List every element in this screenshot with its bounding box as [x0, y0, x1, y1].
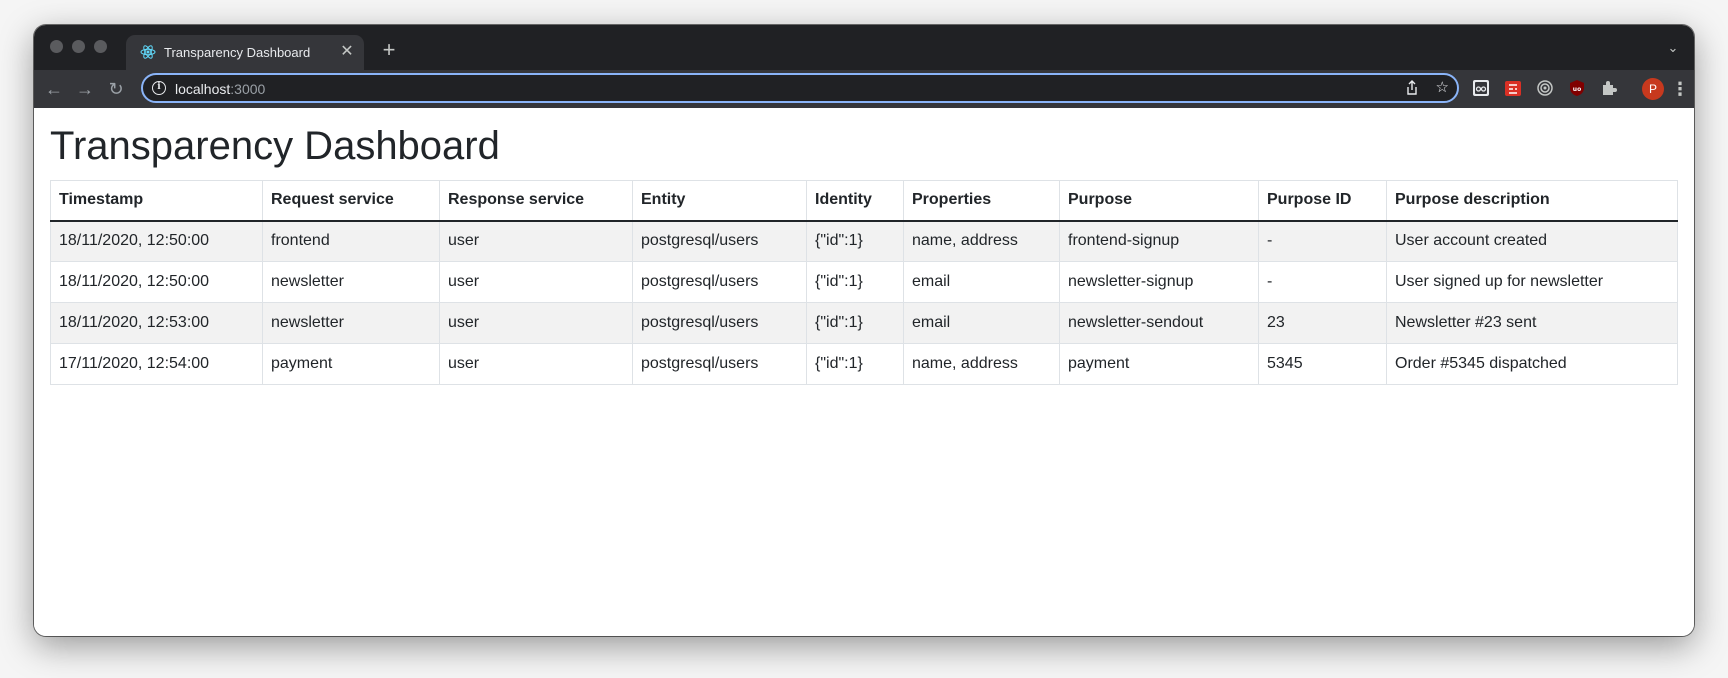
share-icon[interactable]	[1403, 79, 1421, 97]
ext-ublock-icon[interactable]: uo	[1567, 78, 1587, 98]
transparency-table: Timestamp Request service Response servi…	[50, 180, 1678, 385]
table-cell: user	[439, 261, 633, 303]
table-cell: user	[439, 343, 633, 385]
column-header: Purpose description	[1386, 180, 1678, 222]
browser-menu-icon[interactable]: ⋮	[1671, 77, 1689, 101]
table-cell: Order #5345 dispatched	[1386, 343, 1678, 385]
table-cell: {"id":1}	[806, 302, 904, 344]
table-cell: newsletter	[262, 302, 440, 344]
table-cell: email	[903, 261, 1060, 303]
table-cell: {"id":1}	[806, 220, 904, 262]
url-port: :3000	[230, 81, 266, 97]
site-info-icon[interactable]: i	[152, 81, 166, 95]
table-cell: -	[1258, 261, 1387, 303]
tab-strip: Transparency Dashboard ✕ + ⌄	[34, 25, 1694, 70]
tab-search-chevron-icon[interactable]: ⌄	[1664, 39, 1682, 57]
table-cell: payment	[1059, 343, 1259, 385]
table-cell: {"id":1}	[806, 261, 904, 303]
table-cell: {"id":1}	[806, 343, 904, 385]
table-cell: -	[1258, 220, 1387, 262]
tab-active[interactable]: Transparency Dashboard ✕	[126, 35, 364, 70]
table-cell: user	[439, 220, 633, 262]
table-cell: payment	[262, 343, 440, 385]
table-cell: 18/11/2020, 12:50:00	[50, 261, 263, 303]
table-cell: postgresql/users	[632, 302, 807, 344]
table-cell: 18/11/2020, 12:50:00	[50, 220, 263, 262]
table-cell: postgresql/users	[632, 343, 807, 385]
maximize-window-button[interactable]	[94, 40, 107, 53]
table-cell: postgresql/users	[632, 220, 807, 262]
table-row: 18/11/2020, 12:50:00 newsletter user pos…	[50, 261, 1678, 303]
column-header: Timestamp	[50, 180, 263, 222]
table-header-row: Timestamp Request service Response servi…	[50, 180, 1678, 222]
table-cell: newsletter	[262, 261, 440, 303]
table-cell: 5345	[1258, 343, 1387, 385]
table-cell: newsletter-signup	[1059, 261, 1259, 303]
browser-window: Transparency Dashboard ✕ + ⌄ ← → ↻ i loc…	[34, 25, 1694, 636]
url-host: localhost	[175, 81, 231, 97]
reload-icon[interactable]: ↻	[104, 77, 128, 101]
table-cell: user	[439, 302, 633, 344]
address-bar[interactable]: i localhost:3000 ☆	[141, 73, 1459, 103]
ext-eyes-icon[interactable]	[1471, 78, 1491, 98]
back-arrow-icon[interactable]: ←	[42, 77, 66, 101]
table-cell: name, address	[903, 343, 1060, 385]
react-icon	[140, 45, 156, 59]
column-header: Request service	[262, 180, 440, 222]
table-row: 18/11/2020, 12:50:00 frontend user postg…	[50, 220, 1678, 262]
column-header: Purpose	[1059, 180, 1259, 222]
page-content: Transparency Dashboard Timestamp Request…	[34, 108, 1694, 636]
close-window-button[interactable]	[50, 40, 63, 53]
page-title: Transparency Dashboard	[50, 124, 500, 168]
table-cell: frontend-signup	[1059, 220, 1259, 262]
column-header: Entity	[632, 180, 807, 222]
ext-target-icon[interactable]	[1535, 78, 1555, 98]
column-header: Purpose ID	[1258, 180, 1387, 222]
window-controls	[50, 40, 107, 53]
forward-arrow-icon[interactable]: →	[73, 77, 97, 101]
url-text[interactable]: localhost:3000	[175, 81, 265, 97]
table-cell: User account created	[1386, 220, 1678, 262]
table-cell: 18/11/2020, 12:53:00	[50, 302, 263, 344]
table-cell: email	[903, 302, 1060, 344]
tab-title: Transparency Dashboard	[164, 45, 311, 60]
column-header: Identity	[806, 180, 904, 222]
minimize-window-button[interactable]	[72, 40, 85, 53]
table-row: 17/11/2020, 12:54:00 payment user postgr…	[50, 343, 1678, 385]
column-header: Response service	[439, 180, 633, 222]
table-cell: User signed up for newsletter	[1386, 261, 1678, 303]
new-tab-button[interactable]: +	[377, 39, 401, 63]
table-cell: 23	[1258, 302, 1387, 344]
table-cell: name, address	[903, 220, 1060, 262]
svg-text:uo: uo	[1573, 86, 1581, 93]
profile-avatar[interactable]: P	[1642, 78, 1664, 100]
table-cell: frontend	[262, 220, 440, 262]
table-row: 18/11/2020, 12:53:00 newsletter user pos…	[50, 302, 1678, 344]
bookmark-star-icon[interactable]: ☆	[1436, 78, 1449, 98]
table-cell: 17/11/2020, 12:54:00	[50, 343, 263, 385]
column-header: Properties	[903, 180, 1060, 222]
table-cell: Newsletter #23 sent	[1386, 302, 1678, 344]
close-tab-icon[interactable]: ✕	[338, 43, 356, 61]
table-cell: newsletter-sendout	[1059, 302, 1259, 344]
ext-puzzle-red-icon[interactable]	[1503, 78, 1523, 98]
table-cell: postgresql/users	[632, 261, 807, 303]
browser-toolbar: ← → ↻ i localhost:3000 ☆ uo P ⋮	[34, 70, 1694, 108]
extensions-puzzle-icon[interactable]	[1599, 78, 1619, 98]
